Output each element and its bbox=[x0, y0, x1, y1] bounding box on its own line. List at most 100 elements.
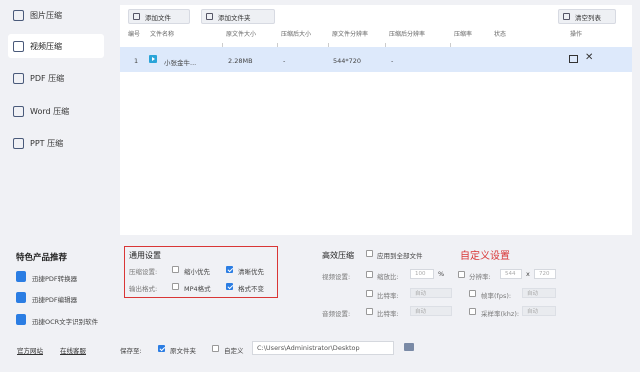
column-header: 文件名称 bbox=[150, 31, 175, 38]
prefer-small-checkbox[interactable] bbox=[172, 266, 179, 273]
trash-icon bbox=[563, 13, 570, 20]
keep-format-checkbox[interactable] bbox=[226, 283, 233, 290]
add-file-icon bbox=[133, 13, 140, 20]
bitrate-select[interactable]: 自动 bbox=[410, 288, 452, 298]
sample-rate-select[interactable]: 自动 bbox=[522, 306, 556, 316]
sidebar-item-word-compress[interactable]: Word 压缩 bbox=[8, 99, 104, 123]
row-compressed-resolution: - bbox=[391, 57, 394, 65]
video-file-icon bbox=[149, 55, 157, 63]
column-divider bbox=[385, 43, 386, 47]
add-folder-icon bbox=[206, 13, 213, 20]
video-settings-label: 视频设置: bbox=[322, 273, 351, 281]
sample-rate-checkbox[interactable] bbox=[469, 308, 476, 315]
scale-input[interactable]: 100 bbox=[410, 269, 434, 279]
compress-settings-label: 压缩设置: bbox=[129, 268, 158, 276]
official-site-link[interactable]: 官方网站 bbox=[17, 345, 43, 355]
row-file-name: 小张金牛... bbox=[164, 59, 197, 67]
sidebar-item-label: 图片压缩 bbox=[30, 10, 62, 20]
custom-settings-annotation: 自定义设置 bbox=[460, 251, 510, 262]
pdf-icon bbox=[13, 72, 24, 84]
output-format-label: 输出格式: bbox=[129, 285, 158, 293]
online-support-link[interactable]: 在线客服 bbox=[60, 345, 86, 355]
audio-bitrate-select[interactable]: 自动 bbox=[410, 306, 452, 316]
apply-all-label: 应用到全部文件 bbox=[377, 252, 423, 260]
fps-label: 帧率(fps): bbox=[481, 292, 512, 300]
resolution-height-input[interactable]: 720 bbox=[534, 269, 556, 279]
prefer-clear-label: 清晰优先 bbox=[238, 268, 264, 276]
sidebar-item-ppt-compress[interactable]: PPT 压缩 bbox=[8, 131, 104, 155]
resolution-checkbox[interactable] bbox=[458, 271, 465, 278]
column-header: 原文件分辨率 bbox=[332, 31, 369, 38]
row-index: 1 bbox=[134, 57, 139, 65]
resolution-x: x bbox=[526, 270, 530, 278]
sidebar-item-image-compress[interactable]: 图片压缩 bbox=[8, 3, 104, 27]
product-link[interactable]: 迅捷OCR文字识别软件 bbox=[32, 316, 98, 326]
keep-format-label: 格式不变 bbox=[238, 285, 264, 293]
custom-folder-label: 自定义 bbox=[224, 347, 244, 355]
image-icon bbox=[13, 9, 24, 21]
add-file-label: 添加文件 bbox=[145, 13, 171, 22]
product-link[interactable]: 迅捷PDF转换器 bbox=[32, 273, 77, 283]
sidebar-item-label: 视频压缩 bbox=[30, 41, 62, 51]
bitrate-label: 比特率: bbox=[377, 292, 399, 300]
ocr-icon bbox=[16, 314, 26, 325]
audio-settings-label: 音频设置: bbox=[322, 310, 351, 318]
fps-checkbox[interactable] bbox=[469, 290, 476, 297]
row-compressed-size: - bbox=[283, 57, 286, 65]
original-folder-label: 原文件夹 bbox=[170, 347, 196, 355]
ppt-icon bbox=[13, 137, 24, 149]
table-row[interactable] bbox=[120, 47, 632, 72]
clear-list-label: 清空列表 bbox=[575, 13, 601, 22]
save-to-label: 保存至: bbox=[120, 347, 142, 355]
add-folder-button[interactable]: 添加文件夹 bbox=[201, 9, 275, 24]
resolution-label: 分辨率: bbox=[469, 273, 491, 281]
product-link[interactable]: 迅捷PDF编辑器 bbox=[32, 294, 77, 304]
video-icon bbox=[13, 40, 24, 52]
efficient-compress-title: 高效压缩 bbox=[322, 251, 354, 260]
audio-bitrate-label: 比特率: bbox=[377, 310, 399, 318]
row-size: 2.28MB bbox=[228, 57, 253, 65]
sidebar-item-pdf-compress[interactable]: PDF 压缩 bbox=[8, 66, 104, 90]
folder-icon[interactable] bbox=[404, 343, 414, 351]
prefer-small-label: 缩小优先 bbox=[184, 268, 210, 276]
scale-label: 缩放比: bbox=[377, 273, 399, 281]
clear-list-button[interactable]: 清空列表 bbox=[558, 9, 616, 24]
original-folder-checkbox[interactable] bbox=[158, 345, 165, 352]
column-divider bbox=[222, 43, 223, 47]
general-settings-title: 通用设置 bbox=[129, 251, 161, 260]
word-icon bbox=[13, 105, 24, 117]
column-header: 压缩后分辨率 bbox=[389, 31, 426, 38]
products-title: 特色产品推荐 bbox=[16, 253, 68, 263]
column-header: 压缩后大小 bbox=[281, 31, 312, 38]
column-header: 操作 bbox=[570, 31, 583, 38]
apply-all-checkbox[interactable] bbox=[366, 250, 373, 257]
percent-label: % bbox=[438, 270, 445, 278]
fps-select[interactable]: 自动 bbox=[522, 288, 556, 298]
column-header: 状态 bbox=[494, 31, 507, 38]
sidebar-item-video-compress[interactable]: 视频压缩 bbox=[8, 34, 104, 58]
column-header: 原文件大小 bbox=[226, 31, 257, 38]
audio-bitrate-checkbox[interactable] bbox=[366, 308, 373, 315]
sample-rate-label: 采样率(khz): bbox=[481, 310, 520, 318]
column-header: 编号 bbox=[128, 31, 141, 38]
bitrate-checkbox[interactable] bbox=[366, 290, 373, 297]
open-folder-icon[interactable] bbox=[569, 55, 578, 63]
column-divider bbox=[450, 43, 451, 47]
mp4-format-checkbox[interactable] bbox=[172, 283, 179, 290]
add-folder-label: 添加文件夹 bbox=[218, 13, 251, 22]
sidebar-item-label: PDF 压缩 bbox=[30, 73, 65, 83]
column-divider bbox=[328, 43, 329, 47]
scale-checkbox[interactable] bbox=[366, 271, 373, 278]
column-divider bbox=[277, 43, 278, 47]
save-path-input[interactable]: C:\Users\Administrator\Desktop bbox=[252, 341, 394, 355]
add-file-button[interactable]: 添加文件 bbox=[128, 9, 190, 24]
mp4-format-label: MP4格式 bbox=[184, 285, 211, 293]
pdf-converter-icon bbox=[16, 271, 26, 282]
custom-folder-checkbox[interactable] bbox=[212, 345, 219, 352]
sidebar-item-label: Word 压缩 bbox=[30, 106, 70, 116]
sidebar-item-label: PPT 压缩 bbox=[30, 138, 64, 148]
close-icon[interactable]: ✕ bbox=[585, 52, 593, 63]
resolution-width-input[interactable]: 544 bbox=[500, 269, 522, 279]
prefer-clear-checkbox[interactable] bbox=[226, 266, 233, 273]
file-list-panel bbox=[120, 5, 632, 235]
